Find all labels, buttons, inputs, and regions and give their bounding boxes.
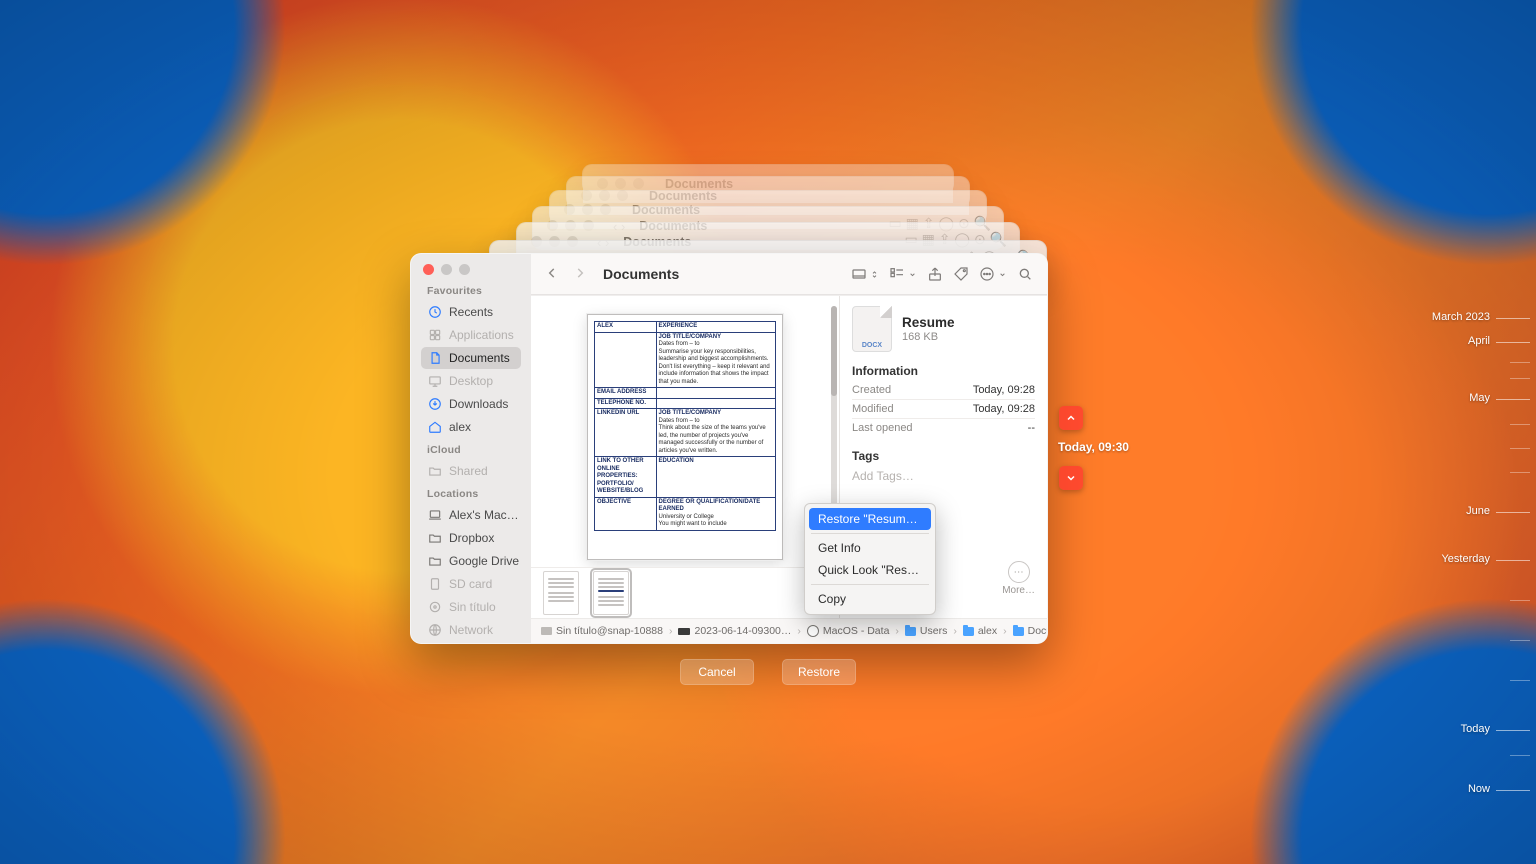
sidebar-item-applications[interactable]: Applications xyxy=(421,324,521,346)
sidebar-item-desktop[interactable]: Desktop xyxy=(421,370,521,392)
folder-icon xyxy=(428,464,442,478)
finder-window: Favourites Recents Applications Document… xyxy=(410,253,1048,644)
forward-button[interactable] xyxy=(573,266,587,283)
info-row-opened: Last opened-- xyxy=(852,419,1035,437)
toolbar: Documents xyxy=(531,254,1047,295)
drive-icon xyxy=(678,628,690,635)
download-icon xyxy=(428,397,442,411)
disk-icon xyxy=(807,625,819,637)
menu-item-get-info[interactable]: Get Info xyxy=(809,537,931,559)
document-preview: ALEXEXPERIENCE JOB TITLE/COMPANYDates fr… xyxy=(587,314,783,560)
path-item[interactable]: MacOS - Data xyxy=(807,625,890,637)
cancel-button[interactable]: Cancel xyxy=(680,659,754,685)
tag-button[interactable] xyxy=(953,266,969,282)
add-tags-field[interactable]: Add Tags… xyxy=(852,469,1035,483)
more-button[interactable]: ⋯ More… xyxy=(1002,561,1035,596)
ellipsis-icon: ⋯ xyxy=(1008,561,1030,583)
preview-scrollbar[interactable] xyxy=(831,306,837,526)
folder-icon xyxy=(963,627,974,636)
back-button[interactable] xyxy=(545,266,559,283)
disk-icon xyxy=(428,600,442,614)
chevron-updown-icon xyxy=(870,267,879,282)
apps-icon xyxy=(428,328,442,342)
menu-item-quick-look[interactable]: Quick Look "Resume" xyxy=(809,559,931,581)
sidebar-item-sdcard[interactable]: SD card xyxy=(421,573,521,595)
action-button[interactable] xyxy=(979,266,1007,282)
context-menu: Restore "Resume" to… Get Info Quick Look… xyxy=(804,503,936,615)
window-controls[interactable] xyxy=(423,264,525,275)
file-icon: DOCX xyxy=(852,306,892,352)
folder-icon xyxy=(905,627,916,636)
zoom-icon[interactable] xyxy=(459,264,470,275)
sidebar: Favourites Recents Applications Document… xyxy=(411,254,531,643)
menu-item-copy[interactable]: Copy xyxy=(809,588,931,610)
info-row-modified: ModifiedToday, 09:28 xyxy=(852,400,1035,419)
timeline-up-button[interactable] xyxy=(1059,406,1083,430)
timeline-down-button[interactable] xyxy=(1059,466,1083,490)
sidebar-item-documents[interactable]: Documents xyxy=(421,347,521,369)
timemachine-buttons: Cancel Restore xyxy=(680,659,856,685)
sidebar-header-locations: Locations xyxy=(427,488,525,500)
main-area: Documents ALEXEXPERIENCE JOB TITLE/COMPA… xyxy=(531,254,1047,643)
sidebar-item-network[interactable]: Network xyxy=(421,619,521,641)
preview-area[interactable]: ALEXEXPERIENCE JOB TITLE/COMPANYDates fr… xyxy=(531,296,839,567)
file-size: 168 KB xyxy=(902,331,955,343)
clock-icon xyxy=(428,305,442,319)
path-item[interactable]: Users xyxy=(905,625,947,637)
info-row-created: CreatedToday, 09:28 xyxy=(852,381,1035,400)
path-bar[interactable]: Sin título@snap-10888› 2023-06-14-09300…… xyxy=(531,618,1047,643)
home-icon xyxy=(428,420,442,434)
chevron-down-icon xyxy=(908,267,917,282)
sidebar-item-downloads[interactable]: Downloads xyxy=(421,393,521,415)
view-button[interactable] xyxy=(851,266,879,282)
path-item[interactable]: 2023-06-14-09300… xyxy=(678,625,791,637)
image-icon xyxy=(541,627,552,635)
restore-button[interactable]: Restore xyxy=(782,659,856,685)
sidebar-header-favourites: Favourites xyxy=(427,285,525,297)
minimize-icon[interactable] xyxy=(441,264,452,275)
globe-icon xyxy=(428,623,442,637)
path-item[interactable]: Sin título@snap-10888 xyxy=(541,625,663,637)
chevron-down-icon xyxy=(998,267,1007,282)
desktop-icon xyxy=(428,374,442,388)
sidebar-item-mac[interactable]: Alex's Mac… xyxy=(421,504,521,526)
sidebar-item-untitled[interactable]: Sin título xyxy=(421,596,521,618)
folder-icon xyxy=(428,531,442,545)
group-button[interactable] xyxy=(889,266,917,282)
sdcard-icon xyxy=(428,577,442,591)
thumbnail-strip xyxy=(531,567,839,618)
document-icon xyxy=(428,351,442,365)
window-title: Documents xyxy=(603,266,679,282)
close-icon[interactable] xyxy=(423,264,434,275)
sidebar-item-gdrive[interactable]: Google Drive xyxy=(421,550,521,572)
folder-icon xyxy=(1013,627,1024,636)
sidebar-item-home[interactable]: alex xyxy=(421,416,521,438)
sidebar-item-recents[interactable]: Recents xyxy=(421,301,521,323)
sidebar-header-icloud: iCloud xyxy=(427,444,525,456)
laptop-icon xyxy=(428,508,442,522)
thumbnail[interactable] xyxy=(593,571,629,615)
sidebar-item-dropbox[interactable]: Dropbox xyxy=(421,527,521,549)
thumbnail[interactable] xyxy=(543,571,579,615)
share-button[interactable] xyxy=(927,266,943,282)
tags-heading: Tags xyxy=(852,449,1035,463)
timeline-current-label: Today, 09:30 xyxy=(1058,440,1129,454)
path-item[interactable]: alex xyxy=(963,625,997,637)
file-name: Resume xyxy=(902,315,955,330)
folder-icon xyxy=(428,554,442,568)
sidebar-item-shared[interactable]: Shared xyxy=(421,460,521,482)
menu-item-restore-to[interactable]: Restore "Resume" to… xyxy=(809,508,931,530)
search-button[interactable] xyxy=(1017,266,1033,282)
info-heading: Information xyxy=(852,364,1035,378)
gallery-view: ALEXEXPERIENCE JOB TITLE/COMPANYDates fr… xyxy=(531,296,839,618)
path-item[interactable]: Documents xyxy=(1013,625,1047,637)
